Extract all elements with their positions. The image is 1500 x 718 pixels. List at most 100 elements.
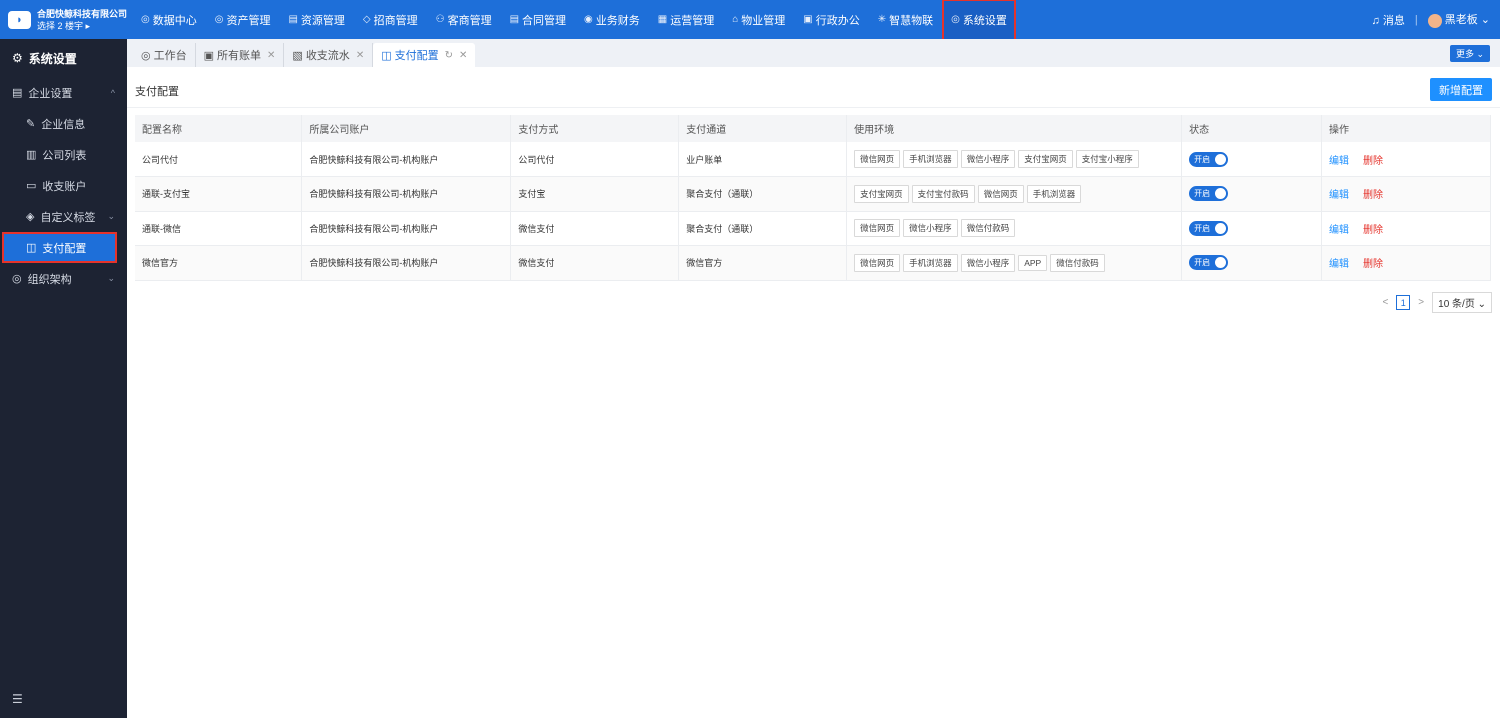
col-header: 所属公司账户: [301, 115, 512, 142]
nav-item[interactable]: ⚇ 客商管理: [427, 0, 501, 39]
status-label: 开启: [1194, 258, 1211, 268]
delete-link[interactable]: 删除: [1363, 259, 1383, 270]
whale-logo-icon: ◗: [8, 10, 31, 29]
status-toggle[interactable]: 开启: [1189, 255, 1229, 271]
chevron-down-icon: ⌄: [107, 273, 115, 283]
env-tag: 微信网页: [854, 219, 901, 238]
tab-payment-config[interactable]: ◫ 支付配置 ↻ ✕: [373, 43, 476, 67]
delete-link[interactable]: 删除: [1363, 190, 1383, 201]
pagination: < 1 > 10 条/页 ⌄: [1382, 292, 1492, 313]
building-selector[interactable]: 选择 2 楼宇 ▸: [37, 20, 127, 32]
more-tabs-button[interactable]: 更多 ⌄: [1449, 45, 1490, 62]
cell-status: 开启: [1181, 211, 1323, 246]
nav-item[interactable]: ▤ 资源管理: [279, 0, 353, 39]
edit-link[interactable]: 编辑: [1329, 259, 1349, 270]
page-number[interactable]: 1: [1396, 295, 1411, 310]
env-tag: APP: [1018, 254, 1048, 271]
edit-link[interactable]: 编辑: [1329, 156, 1349, 167]
sidebar-item-company-list[interactable]: ▥ 公司列表: [0, 139, 127, 170]
tab-cash-flow[interactable]: ▧ 收支流水 ✕: [284, 43, 374, 67]
edit-link[interactable]: 编辑: [1329, 225, 1349, 236]
delete-link[interactable]: 删除: [1363, 156, 1383, 167]
env-tag: 支付宝网页: [1018, 150, 1073, 168]
col-header: 支付方式: [510, 115, 680, 142]
sidebar-item-accounts[interactable]: ▭ 收支账户: [0, 170, 127, 201]
close-icon[interactable]: ✕: [356, 50, 364, 61]
cell-name: 微信官方: [135, 245, 303, 281]
cell-name: 通联-支付宝: [135, 176, 303, 212]
sidebar-item-custom-tags[interactable]: ◈ 自定义标签 ⌄: [0, 201, 127, 232]
env-tag: 支付宝付款码: [911, 184, 975, 203]
wallet-icon: ◫: [381, 49, 392, 62]
refresh-icon[interactable]: ↻: [445, 50, 453, 61]
nav-item[interactable]: ◇ 招商管理: [354, 0, 427, 39]
cell-envs: 支付宝网页 支付宝付款码 微信网页 手机浏览器: [846, 176, 1183, 212]
add-config-button[interactable]: 新增配置: [1430, 78, 1492, 101]
nav-item[interactable]: ▤ 合同管理: [501, 0, 575, 39]
edit-icon: ✎: [26, 118, 36, 130]
nav-item[interactable]: ▣ 行政办公: [794, 0, 868, 39]
status-toggle[interactable]: 开启: [1189, 186, 1229, 202]
sidebar-item-payment-config[interactable]: ◫ 支付配置: [2, 232, 117, 263]
close-icon[interactable]: ✕: [459, 50, 467, 61]
nav-item[interactable]: ◉ 业务财务: [575, 0, 649, 39]
sidebar-group-org[interactable]: ◎ 组织架构 ⌄: [0, 263, 127, 294]
table-row: 公司代付 合肥快鲸科技有限公司-机构账户 公司代付 业户账单 微信网页 手机浏览器 微信小程…: [135, 142, 1491, 177]
tag-icon: ◈: [26, 211, 35, 223]
cell-channel: 聚合支付（通联）: [678, 176, 848, 212]
col-header: 使用环境: [846, 115, 1183, 142]
nav-item[interactable]: ◎ 系统设置: [942, 0, 1016, 41]
table-header-row: 配置名称 所属公司账户 支付方式 支付通道 使用环境 状态 操作: [135, 115, 1491, 142]
env-tag: 微信付款码: [1050, 253, 1105, 272]
env-tag: 手机浏览器: [903, 253, 958, 272]
env-tag: 微信小程序: [903, 219, 958, 238]
cell-actions: 编辑 删除: [1321, 245, 1491, 281]
page-size-select[interactable]: 10 条/页 ⌄: [1432, 292, 1492, 313]
tabs-bar: ◎ 工作台 ▣ 所有账单 ✕ ▧ 收支流水 ✕ ◫ 支付配置 ↻ ✕ 更多 ⌄: [127, 39, 1500, 67]
nav-label: 系统设置: [962, 14, 1007, 27]
next-page-icon[interactable]: >: [1418, 297, 1424, 308]
cell-actions: 编辑 删除: [1321, 176, 1491, 212]
nav-label: 运营管理: [670, 14, 715, 27]
chevron-down-icon: ⌄: [1480, 14, 1490, 27]
collapse-menu-icon[interactable]: ☰: [12, 692, 23, 706]
prev-page-icon[interactable]: <: [1382, 297, 1388, 308]
status-label: 开启: [1194, 189, 1211, 199]
brand[interactable]: ◗ 合肥快鲸科技有限公司 选择 2 楼宇 ▸: [0, 0, 127, 39]
cell-envs: 微信网页 微信小程序 微信付款码: [846, 211, 1183, 246]
nav-icon: ▤: [509, 14, 520, 25]
nav-label: 物业管理: [741, 14, 786, 27]
nav-label: 招商管理: [373, 14, 418, 27]
cell-envs: 微信网页 手机浏览器 微信小程序 支付宝网页 支付宝小程序: [846, 142, 1183, 177]
toggle-knob: [1215, 222, 1227, 234]
settings-icon: ⚙: [12, 51, 23, 65]
status-toggle[interactable]: 开启: [1189, 220, 1229, 236]
nav-item[interactable]: ◎ 资产管理: [206, 0, 280, 39]
nav-item[interactable]: ⌂ 物业管理: [723, 0, 794, 39]
tab-all-bills[interactable]: ▣ 所有账单 ✕: [196, 43, 285, 67]
nav-icon: ◎: [214, 14, 224, 25]
cell-account: 合肥快鲸科技有限公司-机构账户: [301, 211, 512, 246]
sidebar-group-enterprise[interactable]: ▤ 企业设置 ^: [0, 77, 127, 108]
nav-icon: ⌂: [732, 14, 739, 25]
cell-channel: 聚合支付（通联）: [678, 211, 848, 246]
nav-item[interactable]: ▦ 运营管理: [649, 0, 723, 39]
nav-item[interactable]: ✳ 智慧物联: [869, 0, 942, 39]
user-menu[interactable]: 黑老板 ⌄: [1427, 11, 1490, 28]
nav-label: 合同管理: [522, 14, 567, 27]
cell-account: 合肥快鲸科技有限公司-机构账户: [301, 176, 512, 212]
cell-name: 通联-微信: [135, 211, 303, 246]
status-toggle[interactable]: 开启: [1189, 151, 1229, 167]
tab-workbench[interactable]: ◎ 工作台: [133, 43, 196, 67]
messages-link[interactable]: ♫ 消息: [1372, 12, 1405, 28]
nav-item[interactable]: ◎ 数据中心: [132, 0, 206, 39]
sidebar-item-enterprise-info[interactable]: ✎ 企业信息: [0, 108, 127, 139]
cell-channel: 业户账单: [678, 142, 848, 177]
env-tag: 微信小程序: [960, 253, 1016, 272]
close-icon[interactable]: ✕: [267, 50, 275, 61]
nav-icon: ◇: [362, 14, 371, 25]
delete-link[interactable]: 删除: [1363, 225, 1383, 236]
edit-link[interactable]: 编辑: [1329, 190, 1349, 201]
nav-label: 资产管理: [226, 14, 271, 27]
cell-method: 公司代付: [510, 142, 680, 177]
